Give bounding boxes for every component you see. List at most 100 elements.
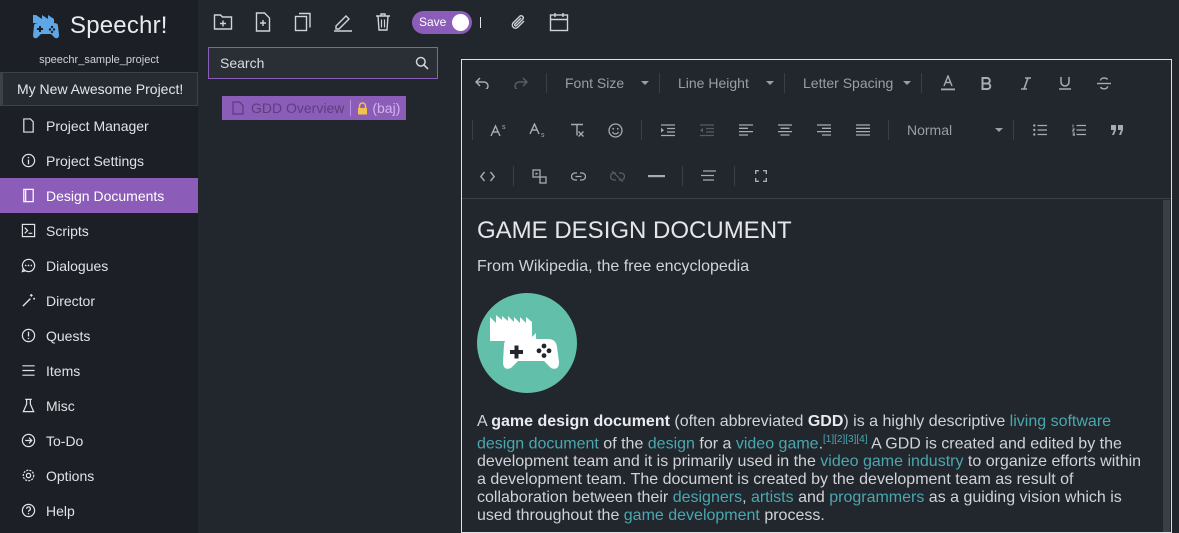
sidebar-item-options[interactable]: Options xyxy=(0,458,198,493)
letter-spacing-dropdown[interactable]: Letter Spacing xyxy=(791,68,915,98)
file-plus-icon xyxy=(255,12,271,32)
book-icon xyxy=(23,188,34,203)
undo-button[interactable] xyxy=(462,68,501,98)
link-designers[interactable]: designers xyxy=(673,489,742,506)
fullscreen-button[interactable] xyxy=(741,161,780,191)
insert-link-button[interactable] xyxy=(559,161,598,191)
remove-format-button[interactable] xyxy=(689,161,728,191)
file-icon xyxy=(23,118,34,133)
search-input[interactable] xyxy=(209,48,412,78)
sidebar-item-label: Director xyxy=(46,292,96,309)
letter-spacing-label: Letter Spacing xyxy=(803,75,894,91)
calendar-button[interactable] xyxy=(548,11,570,33)
block-format-dropdown[interactable]: Normal xyxy=(895,115,1007,145)
sidebar-item-misc[interactable]: Misc xyxy=(0,388,198,423)
app-logo[interactable]: Speechr! xyxy=(30,10,168,42)
rich-text-editor: Font Size Line Height Letter Spacing s s xyxy=(461,59,1172,533)
media-icon xyxy=(532,168,547,184)
code-button[interactable] xyxy=(468,161,507,191)
editor-toolbar-row-2: s s Normal xyxy=(462,110,1137,150)
subscript-button[interactable]: s xyxy=(518,115,557,145)
unlink-button[interactable] xyxy=(598,161,637,191)
attach-button[interactable] xyxy=(508,11,530,33)
horizontal-rule-button[interactable] xyxy=(637,161,676,191)
new-folder-button[interactable] xyxy=(212,11,234,33)
calendar-icon xyxy=(549,13,569,32)
undo-icon xyxy=(474,77,489,89)
bullet-list-button[interactable] xyxy=(1020,115,1059,145)
link-artists[interactable]: artists xyxy=(751,489,794,506)
link-video-game[interactable]: video game xyxy=(736,435,819,452)
rename-button[interactable] xyxy=(332,11,354,33)
sidebar-item-quests[interactable]: Quests xyxy=(0,318,198,353)
align-left-icon xyxy=(738,124,753,136)
fullscreen-icon xyxy=(754,170,767,182)
sidebar-item-label: Scripts xyxy=(46,222,89,239)
toolbar-separator xyxy=(784,73,785,93)
link-video-game-industry[interactable]: video game industry xyxy=(820,453,963,470)
line-height-dropdown[interactable]: Line Height xyxy=(666,68,778,98)
link-programmers[interactable]: programmers xyxy=(829,489,924,506)
strikethrough-button[interactable] xyxy=(1084,68,1123,98)
editor-scrollbar[interactable] xyxy=(1163,200,1170,532)
sidebar-item-help[interactable]: Help xyxy=(0,493,198,528)
bold-term: game design document xyxy=(491,413,670,430)
sidebar-item-scripts[interactable]: Scripts xyxy=(0,213,198,248)
reference-links[interactable]: [1][2][3][4] xyxy=(823,434,867,445)
toolbar-divider xyxy=(480,16,481,28)
link-design[interactable]: design xyxy=(648,435,695,452)
sidebar-item-design-documents[interactable]: Design Documents xyxy=(0,178,198,213)
chevron-down-icon xyxy=(995,128,1003,132)
save-toggle[interactable]: Save xyxy=(412,10,472,34)
sidebar-item-project-manager[interactable]: Project Manager xyxy=(0,108,198,143)
duplicate-button[interactable] xyxy=(292,11,314,33)
emoji-icon xyxy=(608,122,623,138)
font-size-dropdown[interactable]: Font Size xyxy=(553,68,653,98)
insert-media-button[interactable] xyxy=(520,161,559,191)
document-tree-item[interactable]: GDD Overview (baj) xyxy=(222,96,407,120)
editor-toolbar: Font Size Line Height Letter Spacing s s xyxy=(462,60,1171,199)
trash-icon xyxy=(376,13,390,31)
search-button[interactable] xyxy=(412,53,432,73)
blockquote-button[interactable] xyxy=(1098,115,1137,145)
bullet-list-icon xyxy=(1032,124,1047,136)
bold-button[interactable] xyxy=(967,68,1006,98)
numbered-list-button[interactable] xyxy=(1059,115,1098,145)
clear-format-button[interactable] xyxy=(557,115,596,145)
delete-button[interactable] xyxy=(372,11,394,33)
sidebar-item-label: Items xyxy=(46,362,81,379)
italic-button[interactable] xyxy=(1006,68,1045,98)
subscript-icon: s xyxy=(528,123,545,137)
align-right-button[interactable] xyxy=(804,115,843,145)
underline-button[interactable] xyxy=(1045,68,1084,98)
new-document-button[interactable] xyxy=(252,11,274,33)
gear-icon xyxy=(22,469,35,482)
lock-icon xyxy=(358,101,368,114)
sidebar-item-items[interactable]: Items xyxy=(0,353,198,388)
align-center-icon xyxy=(777,124,792,136)
superscript-button[interactable]: s xyxy=(479,115,518,145)
project-selector[interactable]: My New Awesome Project! xyxy=(0,72,198,106)
info-icon xyxy=(21,153,36,168)
font-color-button[interactable] xyxy=(928,68,967,98)
sidebar-item-dialogues[interactable]: Dialogues xyxy=(0,248,198,283)
align-justify-button[interactable] xyxy=(843,115,882,145)
align-center-button[interactable] xyxy=(765,115,804,145)
indent-button[interactable] xyxy=(648,115,687,145)
link-game-development[interactable]: game development xyxy=(624,507,760,524)
align-left-button[interactable] xyxy=(726,115,765,145)
app-title: Speechr! xyxy=(70,12,168,39)
document-content[interactable]: GAME DESIGN DOCUMENT From Wikipedia, the… xyxy=(462,199,1161,532)
editor-toolbar-row-3 xyxy=(462,156,780,196)
text-run: for a xyxy=(694,435,736,453)
sidebar-item-to-do[interactable]: To-Do xyxy=(0,423,198,458)
sidebar-item-director[interactable]: Director xyxy=(0,283,198,318)
text-run: and xyxy=(793,489,830,507)
redo-button[interactable] xyxy=(501,68,540,98)
emoji-button[interactable] xyxy=(596,115,635,145)
toolbar-separator xyxy=(888,120,889,140)
outdent-button[interactable] xyxy=(687,115,726,145)
toolbar-separator xyxy=(682,166,683,186)
sidebar-item-project-settings[interactable]: Project Settings xyxy=(0,143,198,178)
svg-text:s: s xyxy=(541,132,545,137)
